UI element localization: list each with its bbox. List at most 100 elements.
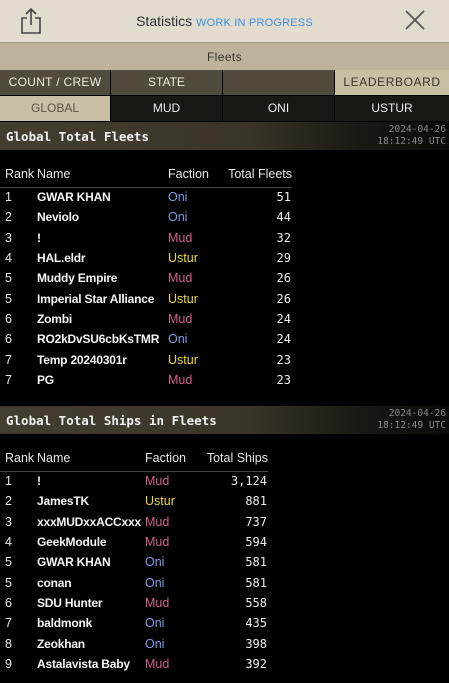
section-label: Fleets <box>206 50 243 64</box>
value-cell: 581 <box>245 575 267 590</box>
name-cell: JamesTK <box>37 494 89 509</box>
section-timestamp: 2024-04-26 18:12:49 UTC <box>377 408 446 432</box>
rank-cell: 6 <box>5 332 12 347</box>
value-cell: 24 <box>276 332 291 347</box>
table-row: 8 Zeokhan Oni 398 <box>0 633 268 653</box>
faction-cell: Mud <box>145 474 170 489</box>
value-cell: 26 <box>276 291 291 306</box>
faction-cell: Oni <box>145 616 165 631</box>
value-cell: 23 <box>276 372 291 387</box>
faction-cell: Mud <box>168 311 193 326</box>
value-cell: 398 <box>245 636 267 651</box>
faction-cell: Mud <box>145 656 170 671</box>
name-cell: Neviolo <box>37 210 79 225</box>
name-cell: xxxMUDxxACCxxx <box>37 514 141 529</box>
tab-leaderboard[interactable]: LEADERBOARD <box>335 70 449 95</box>
table-row: 7 baldmonk Oni 435 <box>0 613 268 633</box>
name-cell: ! <box>37 474 41 489</box>
rank-cell: 8 <box>5 636 12 651</box>
value-cell: 26 <box>276 271 291 286</box>
tab-global[interactable]: GLOBAL <box>0 96 110 121</box>
name-cell: ! <box>37 230 41 245</box>
rank-cell: 5 <box>5 555 12 570</box>
title-bar: Statistics WORK IN PROGRESS <box>0 0 449 42</box>
table-row: 5 Muddy Empire Mud 26 <box>0 268 292 288</box>
faction-cell: Oni <box>145 555 165 570</box>
faction-cell: Mud <box>145 514 170 529</box>
faction-tabs: GLOBAL MUD ONI USTUR <box>0 96 449 121</box>
faction-cell: Mud <box>168 372 193 387</box>
name-cell: PG <box>37 372 54 387</box>
close-icon[interactable] <box>401 8 429 34</box>
rank-cell: 1 <box>5 190 12 205</box>
rank-cell: 2 <box>5 210 12 225</box>
tab-empty[interactable] <box>223 70 334 95</box>
table-row: 4 HAL.eldr Ustur 29 <box>0 248 292 268</box>
faction-cell: Oni <box>168 210 188 225</box>
faction-cell: Mud <box>168 271 193 286</box>
value-cell: 51 <box>276 190 291 205</box>
name-cell: conan <box>37 575 72 590</box>
table-row: 9 Astalavista Baby Mud 392 <box>0 654 268 674</box>
table-row: 7 Temp 20240301r Ustur 23 <box>0 349 292 369</box>
table-row: 3! Mud 32 <box>0 228 292 248</box>
tab-count-crew[interactable]: COUNT / CREW <box>0 70 110 95</box>
table-row: 1! Mud 3,124 <box>0 471 268 491</box>
tab-ustur[interactable]: USTUR <box>335 96 449 121</box>
table-header-row: Rank Name Faction Total Ships <box>0 446 268 472</box>
faction-cell: Ustur <box>145 494 175 509</box>
column-header: Faction <box>168 162 220 188</box>
rank-cell: 7 <box>5 616 12 631</box>
faction-cell: Oni <box>145 575 165 590</box>
rank-cell: 6 <box>5 311 12 326</box>
faction-cell: Oni <box>145 636 165 651</box>
name-cell: SDU Hunter <box>37 595 103 610</box>
rank-cell: 5 <box>5 575 12 590</box>
name-cell: GeekModule <box>37 535 107 550</box>
faction-cell: Oni <box>168 190 188 205</box>
table-row: 2 Neviolo Oni 44 <box>0 207 292 227</box>
table-header-row: Rank Name Faction Total Fleets <box>0 162 292 188</box>
rank-cell: 2 <box>5 494 12 509</box>
section-timestamp: 2024-04-26 18:12:49 UTC <box>377 124 446 148</box>
faction-cell: Oni <box>168 332 188 347</box>
rank-cell: 6 <box>5 595 12 610</box>
faction-cell: Mud <box>145 595 170 610</box>
timestamp-date: 2024-04-26 <box>388 124 446 135</box>
name-cell: GWAR KHAN <box>37 190 111 205</box>
value-cell: 581 <box>245 555 267 570</box>
name-cell: RO2kDvSU6cbKsTMR <box>37 332 160 347</box>
column-header: Rank <box>0 446 37 472</box>
value-cell: 29 <box>276 251 291 266</box>
ships-section-header: Global Total Ships in Fleets 2024-04-26 … <box>0 406 449 434</box>
name-cell: Muddy Empire <box>37 271 118 286</box>
value-cell: 3,124 <box>230 474 267 489</box>
table-row: 4 GeekModule Mud 594 <box>0 532 268 552</box>
status-label: WORK IN PROGRESS <box>196 17 313 29</box>
name-cell: HAL.eldr <box>37 251 86 266</box>
name-cell: Zombi <box>37 311 72 326</box>
rank-cell: 5 <box>5 291 12 306</box>
column-header: Total Ships <box>197 446 268 472</box>
name-cell: GWAR KHAN <box>37 555 111 570</box>
rank-cell: 3 <box>5 230 12 245</box>
name-cell: Astalavista Baby <box>37 656 130 671</box>
faction-cell: Mud <box>145 535 170 550</box>
rank-cell: 5 <box>5 271 12 286</box>
rank-cell: 4 <box>5 251 12 266</box>
faction-cell: Ustur <box>168 352 198 367</box>
tab-state[interactable]: STATE <box>111 70 222 95</box>
table-row: 1 GWAR KHAN Oni 51 <box>0 187 292 207</box>
title-text: Statistics <box>136 13 193 29</box>
column-header: Total Fleets <box>220 162 292 188</box>
value-cell: 392 <box>245 656 267 671</box>
value-cell: 44 <box>276 210 291 225</box>
value-cell: 23 <box>276 352 291 367</box>
column-header: Faction <box>145 446 197 472</box>
tab-oni[interactable]: ONI <box>223 96 334 121</box>
value-cell: 881 <box>245 494 267 509</box>
tab-mud[interactable]: MUD <box>111 96 222 121</box>
section-title: Global Total Ships in Fleets <box>6 413 217 428</box>
table-row: 6 Zombi Mud 24 <box>0 309 292 329</box>
value-cell: 558 <box>245 595 267 610</box>
